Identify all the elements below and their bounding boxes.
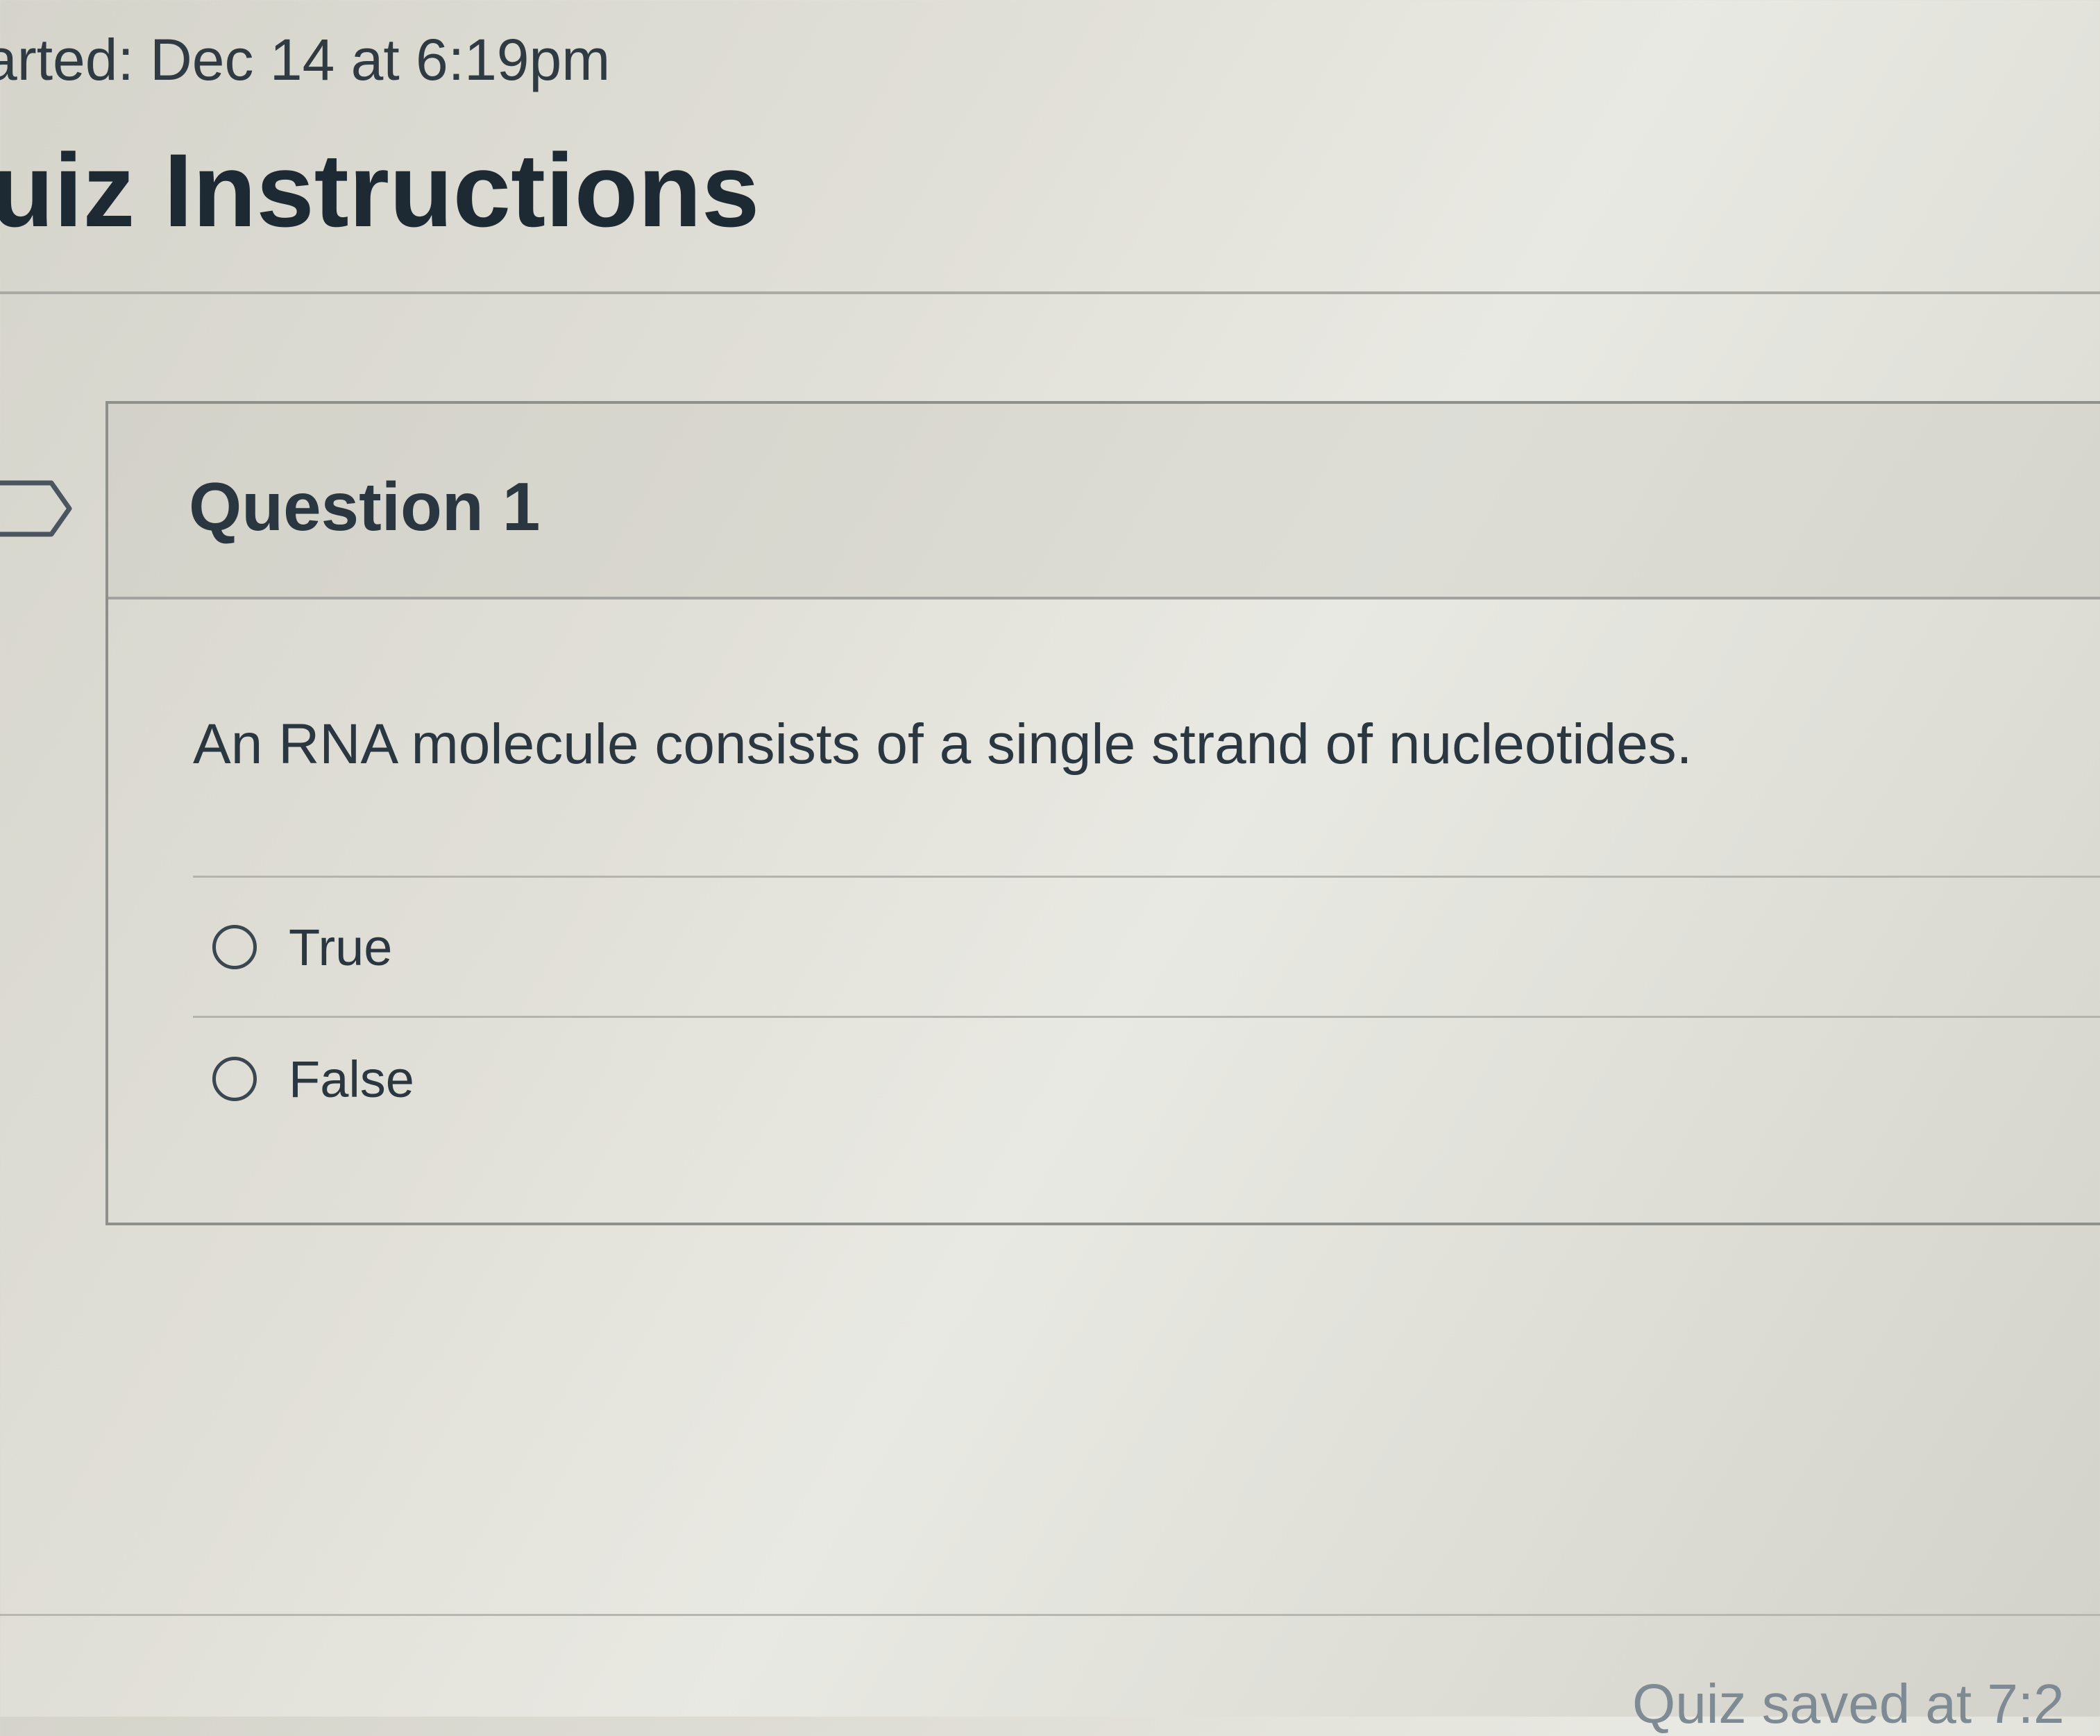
answer-option-false[interactable]: False	[212, 1041, 414, 1117]
question-header: Question 1	[108, 404, 2100, 599]
page-title: uiz Instructions	[0, 132, 760, 248]
bookmark-flag-icon[interactable]	[0, 479, 78, 538]
quiz-started-time: arted: Dec 14 at 6:19pm	[0, 27, 611, 92]
footer-divider	[0, 1614, 2100, 1616]
radio-button-false[interactable]	[212, 1057, 257, 1101]
answers-divider	[193, 876, 2100, 878]
answer-label-false[interactable]: False	[289, 1050, 414, 1109]
question-card: Question 1 An RNA molecule consists of a…	[105, 401, 2100, 1225]
answer-separator	[193, 1016, 2100, 1018]
header-divider	[0, 291, 2100, 294]
answer-option-true[interactable]: True	[212, 909, 392, 985]
quiz-saved-status: Quiz saved at 7:2	[1632, 1673, 2065, 1735]
radio-button-true[interactable]	[212, 925, 257, 969]
question-text: An RNA molecule consists of a single str…	[193, 713, 1693, 776]
question-title: Question 1	[189, 468, 541, 545]
answer-label-true[interactable]: True	[289, 918, 392, 977]
